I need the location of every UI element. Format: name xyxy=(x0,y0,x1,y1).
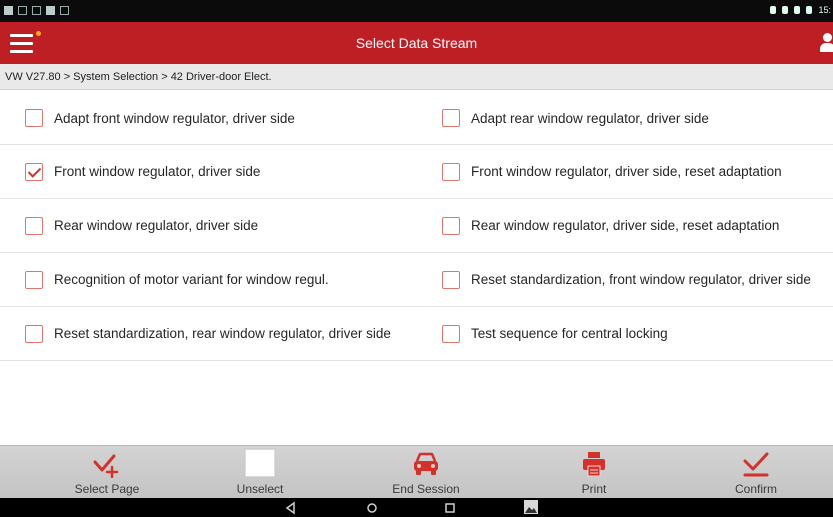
print-button[interactable]: Print xyxy=(539,446,649,499)
status-time: 15: xyxy=(818,5,831,15)
notification-icon xyxy=(32,6,41,15)
end-session-label: End Session xyxy=(392,482,460,496)
data-stream-label: Front window regulator, driver side xyxy=(54,164,261,179)
checkbox[interactable] xyxy=(442,109,460,127)
data-stream-label: Reset standardization, front window regu… xyxy=(471,272,811,287)
app-bar: Select Data Stream xyxy=(0,22,833,64)
list-row: Recognition of motor variant for window … xyxy=(0,253,833,307)
data-stream-label: Rear window regulator, driver side xyxy=(54,218,259,233)
hamburger-icon[interactable] xyxy=(10,31,42,55)
status-system-icons: 15: xyxy=(770,5,831,15)
notification-dot xyxy=(36,31,41,36)
status-bar: 15: xyxy=(0,0,833,22)
checkbox[interactable] xyxy=(442,162,460,181)
data-stream-label: Test sequence for central locking xyxy=(471,326,668,341)
recents-square-icon[interactable] xyxy=(443,501,457,515)
checkbox[interactable] xyxy=(25,270,43,289)
print-label: Print xyxy=(581,482,607,496)
printer-icon xyxy=(583,452,605,477)
data-stream-label: Reset standardization, rear window regul… xyxy=(54,326,391,341)
list-row: Front window regulator, driver side Front… xyxy=(0,145,833,199)
bluetooth-icon xyxy=(782,6,789,14)
bottom-toolbar: Select Page Unselect End Session Print C… xyxy=(0,445,833,498)
back-triangle-icon[interactable] xyxy=(284,501,298,515)
data-stream-label: Front window regulator, driver side, res… xyxy=(471,164,782,179)
data-stream-label: Adapt front window regulator, driver sid… xyxy=(54,110,295,126)
location-icon xyxy=(770,6,777,14)
unselect-button[interactable]: Unselect xyxy=(205,446,315,499)
user-icon[interactable] xyxy=(819,33,833,55)
data-stream-item[interactable]: Adapt front window regulator, driver sid… xyxy=(25,92,425,144)
end-session-button[interactable]: End Session xyxy=(371,446,481,499)
data-stream-item[interactable]: Adapt rear window regulator, driver side xyxy=(442,92,833,144)
notification-icon xyxy=(60,6,69,15)
list-row: Rear window regulator, driver side Rear w… xyxy=(0,199,833,253)
check-underline-icon xyxy=(743,452,769,477)
data-stream-label: Adapt rear window regulator, driver side xyxy=(471,110,709,126)
wifi-icon xyxy=(794,6,801,14)
notification-icon xyxy=(46,6,55,15)
data-stream-item[interactable]: Test sequence for central locking xyxy=(442,307,833,360)
breadcrumb: VW V27.80 > System Selection > 42 Driver… xyxy=(0,64,833,90)
car-icon xyxy=(414,452,438,475)
checkbox[interactable] xyxy=(25,216,43,235)
page-title: Select Data Stream xyxy=(355,35,478,51)
confirm-button[interactable]: Confirm xyxy=(701,446,811,499)
checkbox-checked[interactable] xyxy=(25,162,43,181)
checkbox[interactable] xyxy=(442,216,460,235)
data-stream-item[interactable]: Rear window regulator, driver side, rese… xyxy=(442,199,833,252)
confirm-label: Confirm xyxy=(734,482,777,496)
checkbox[interactable] xyxy=(442,324,460,343)
unselect-label: Unselect xyxy=(236,482,284,496)
data-stream-item[interactable]: Front window regulator, driver side xyxy=(25,145,425,198)
empty-square-icon xyxy=(244,448,276,478)
data-stream-item[interactable]: Reset standardization, front window regu… xyxy=(442,253,833,306)
notification-icon xyxy=(18,6,27,15)
gallery-icon[interactable] xyxy=(523,499,539,515)
data-stream-label: Rear window regulator, driver side, rese… xyxy=(471,218,780,233)
data-stream-item[interactable]: Reset standardization, rear window regul… xyxy=(25,307,425,360)
select-page-button[interactable]: Select Page xyxy=(52,446,162,499)
home-circle-icon[interactable] xyxy=(365,501,379,515)
notification-icon xyxy=(4,6,13,15)
check-plus-icon xyxy=(93,454,119,478)
list-row: Reset standardization, rear window regul… xyxy=(0,307,833,361)
checkbox[interactable] xyxy=(25,109,43,127)
battery-icon xyxy=(806,6,813,14)
checkbox[interactable] xyxy=(25,324,43,343)
data-stream-item[interactable]: Recognition of motor variant for window … xyxy=(25,253,425,306)
data-stream-list: Adapt front window regulator, driver sid… xyxy=(0,92,833,361)
status-notification-icons xyxy=(4,6,69,15)
list-row: Adapt front window regulator, driver sid… xyxy=(0,92,833,145)
checkbox[interactable] xyxy=(442,270,460,289)
select-page-label: Select Page xyxy=(74,482,140,496)
data-stream-label: Recognition of motor variant for window … xyxy=(54,272,329,287)
data-stream-item[interactable]: Rear window regulator, driver side xyxy=(25,199,425,252)
system-nav-bar xyxy=(0,498,833,517)
data-stream-item[interactable]: Front window regulator, driver side, res… xyxy=(442,145,833,198)
